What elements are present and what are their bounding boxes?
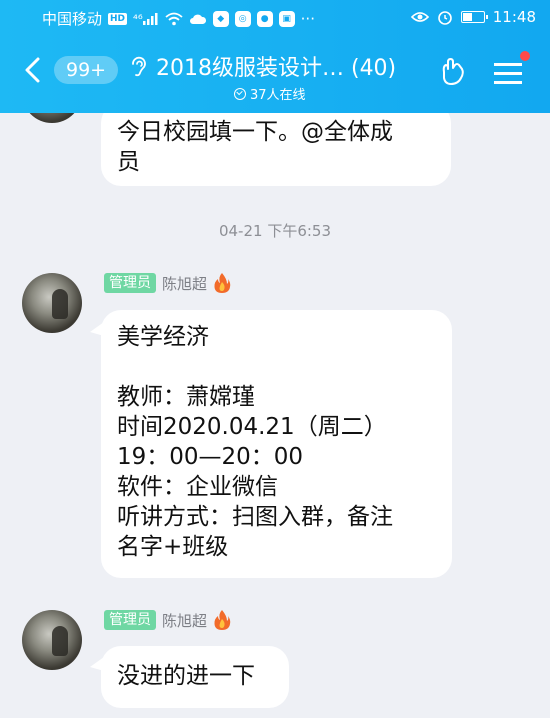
cloud-icon bbox=[189, 14, 206, 24]
online-check-icon bbox=[234, 87, 246, 100]
chat-title: 2018级服装设计… (40) bbox=[156, 56, 397, 81]
avatar[interactable] bbox=[22, 610, 82, 670]
message-bubble[interactable]: 今日校园填一下。@全体成 员 bbox=[101, 113, 451, 186]
browser-app-icon: ● bbox=[256, 10, 273, 27]
message-bubble[interactable]: 没进的进一下 bbox=[101, 646, 289, 708]
news-app-icon: ▣ bbox=[278, 10, 295, 27]
shield-app-icon: ◆ bbox=[212, 10, 229, 27]
sender-name[interactable]: 陈旭超 bbox=[162, 610, 207, 631]
chat-area[interactable]: 今日校园填一下。@全体成 员 04-21 下午6:53 管理员 陈旭超 美学经济… bbox=[0, 113, 550, 718]
message-bubble[interactable]: 美学经济 教师：萧嫦瑾 时间2020.04.21（周二） 19：00—20：00… bbox=[101, 310, 452, 578]
back-chevron-icon bbox=[25, 57, 40, 83]
signal-bars bbox=[142, 12, 158, 25]
sender-row: 管理员 陈旭超 bbox=[104, 272, 231, 294]
sender-name[interactable]: 陈旭超 bbox=[162, 273, 207, 294]
wifi-icon bbox=[165, 12, 183, 25]
header: 中国移动 HD ⁴⁶ ◆ ◎ ● ▣ ··· 11:48 99+ 2018级服装… bbox=[0, 0, 550, 113]
online-status: 37人在线 bbox=[234, 84, 428, 103]
online-count: 37人在线 bbox=[250, 88, 306, 103]
eye-comfort-icon bbox=[410, 12, 429, 22]
clock: 11:48 bbox=[492, 8, 536, 26]
timestamp: 04-21 下午6:53 bbox=[218, 222, 332, 240]
admin-badge: 管理员 bbox=[104, 610, 156, 630]
signal-icon: ⁴⁶ bbox=[133, 12, 159, 26]
avatar[interactable] bbox=[22, 273, 82, 333]
alarm-icon bbox=[437, 11, 452, 25]
status-left: 中国移动 HD ⁴⁶ ◆ ◎ ● ▣ ··· bbox=[42, 8, 315, 29]
menu-icon bbox=[494, 63, 522, 84]
more-notifications-icon: ··· bbox=[300, 9, 315, 28]
back-button[interactable]: 99+ bbox=[18, 54, 119, 86]
notification-dot bbox=[520, 51, 530, 61]
menu-button[interactable] bbox=[494, 51, 530, 88]
hd-icon: HD bbox=[108, 12, 128, 25]
signal-label: ⁴⁶ bbox=[133, 11, 143, 26]
carrier-label: 中国移动 bbox=[42, 10, 103, 28]
flame-icon bbox=[214, 610, 231, 630]
chat-title-area[interactable]: 2018级服装设计… (40) 37人在线 bbox=[128, 50, 428, 103]
flame-icon bbox=[214, 273, 231, 293]
battery-icon bbox=[460, 11, 488, 23]
sender-row: 管理员 陈旭超 bbox=[104, 609, 231, 631]
hand-gesture-icon[interactable] bbox=[436, 56, 470, 90]
eye-app-icon: ◎ bbox=[234, 10, 251, 27]
status-right: 11:48 bbox=[410, 8, 536, 26]
ear-icon bbox=[132, 56, 146, 77]
admin-badge: 管理员 bbox=[104, 273, 156, 293]
avatar[interactable] bbox=[22, 113, 82, 123]
status-bar: 中国移动 HD ⁴⁶ ◆ ◎ ● ▣ ··· 11:48 bbox=[0, 0, 550, 36]
nav-bar: 99+ 2018级服装设计… (40) 37人在线 bbox=[0, 44, 550, 104]
unread-count-badge: 99+ bbox=[54, 56, 119, 84]
